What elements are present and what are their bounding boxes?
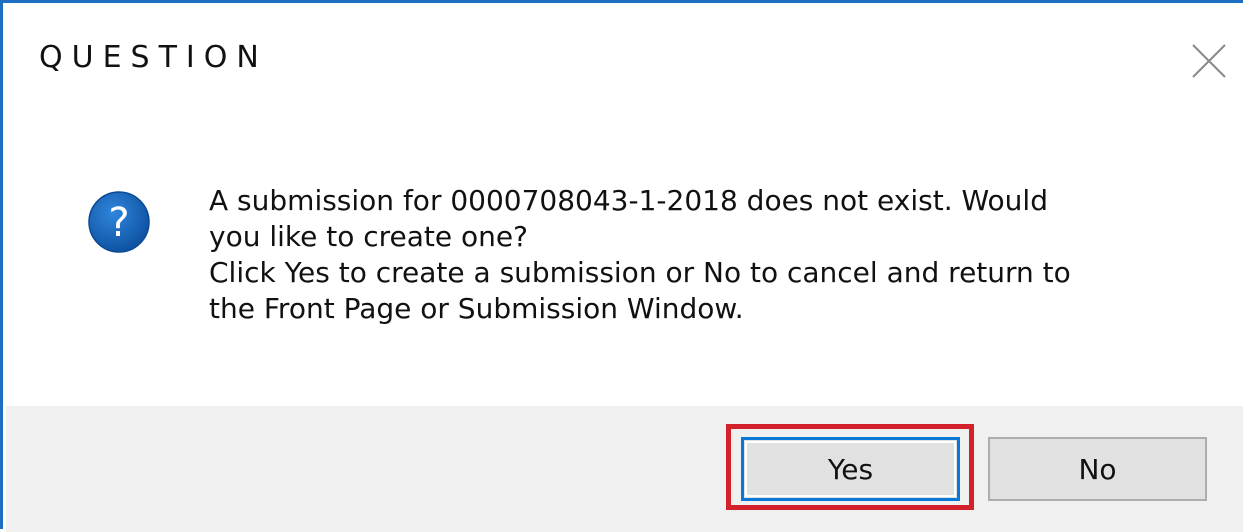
message-line: the Front Page or Submission Window. bbox=[209, 292, 744, 325]
message-line: you like to create one? bbox=[209, 220, 529, 253]
yes-button[interactable]: Yes bbox=[741, 437, 960, 501]
no-button[interactable]: No bbox=[988, 437, 1207, 501]
question-dialog: QUESTION ? A submission for 0000708043-1… bbox=[0, 0, 1243, 532]
svg-text:?: ? bbox=[108, 200, 129, 246]
dialog-message: A submission for 0000708043-1-2018 does … bbox=[209, 183, 1209, 327]
message-line: A submission for 0000708043-1-2018 does … bbox=[209, 184, 1048, 217]
close-icon[interactable] bbox=[1189, 41, 1229, 81]
dialog-title: QUESTION bbox=[39, 40, 268, 75]
question-mark-icon: ? bbox=[87, 190, 151, 254]
message-line: Click Yes to create a submission or No t… bbox=[209, 256, 1071, 289]
